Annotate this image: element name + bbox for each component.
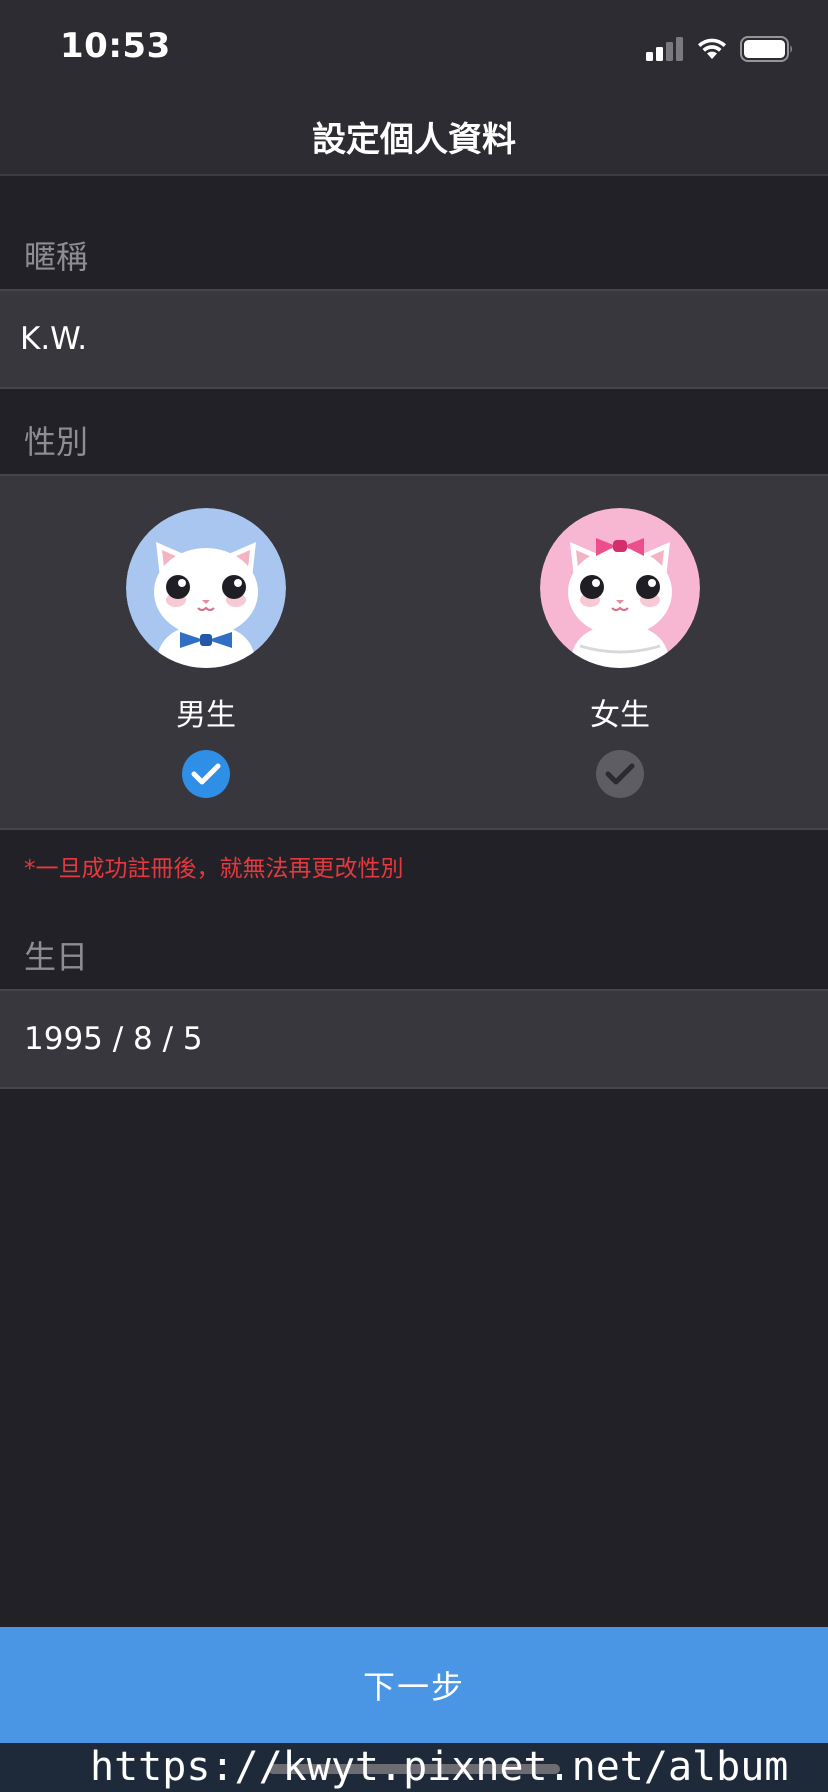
gender-option-female[interactable]: 女生 [520,476,720,832]
female-label[interactable]: 女生 [520,690,720,734]
cellular-signal-icon [646,37,683,61]
birthday-value[interactable]: 1995 / 8 / 5 [24,1021,203,1057]
next-step-button[interactable]: 下一步 [0,1627,828,1743]
gender-selector: 男生 女生 [0,474,828,830]
male-cat-avatar-icon [126,508,286,668]
female-avatar[interactable] [540,508,700,668]
nickname-value[interactable]: K.W. [20,321,87,357]
female-cat-avatar-icon [540,508,700,668]
birthday-field[interactable]: 1995 / 8 / 5 [0,989,828,1089]
male-avatar[interactable] [126,508,286,668]
nickname-field[interactable]: K.W. [0,289,828,389]
gender-label: 性別 [24,423,89,461]
status-time: 10:53 [60,26,171,66]
status-bar: 10:53 [0,0,828,92]
male-check-icon[interactable] [182,750,230,798]
watermark-url: https://kwyt.pixnet.net/album [90,1744,789,1790]
page-title: 設定個人資料 [312,120,516,160]
status-icons [646,34,794,64]
birthday-label: 生日 [24,938,89,976]
female-check-icon[interactable] [596,750,644,798]
battery-icon [740,36,792,62]
wifi-icon [698,38,726,59]
nickname-label: 暱稱 [24,238,89,276]
gender-notice: *一旦成功註冊後，就無法再更改性別 [24,856,404,882]
male-label[interactable]: 男生 [106,690,306,734]
nav-bar: 設定個人資料 [0,92,828,176]
gender-option-male[interactable]: 男生 [106,476,306,832]
